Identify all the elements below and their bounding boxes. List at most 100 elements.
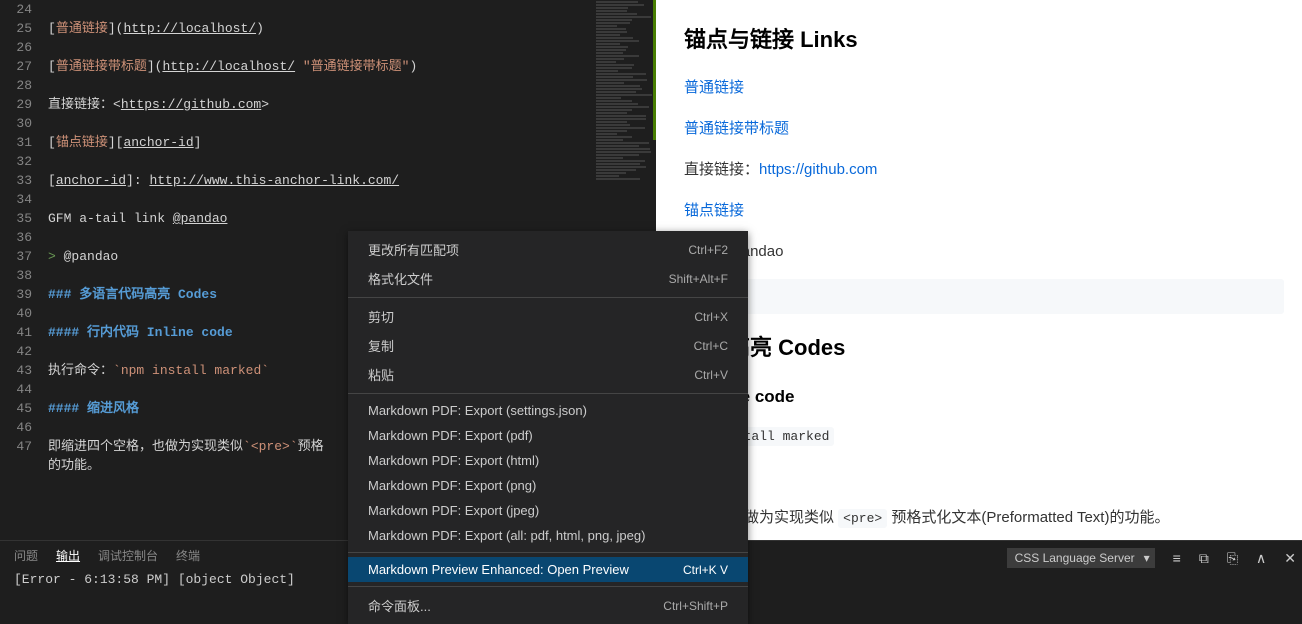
code-line[interactable]: [锚点链接][anchor-id]	[48, 133, 656, 152]
code-line[interactable]	[48, 76, 656, 95]
menu-item[interactable]: 粘贴 Ctrl+V	[348, 360, 748, 389]
line-number: 35	[0, 209, 32, 228]
preview-heading-codes: 代码高亮 Codes	[684, 328, 1274, 368]
line-number: 31	[0, 133, 32, 152]
menu-item[interactable]: 复制 Ctrl+C	[348, 331, 748, 360]
preview-npm-line: npm install marked	[684, 422, 1274, 449]
line-number: 26	[0, 38, 32, 57]
preview-link-plain[interactable]: 普通链接	[684, 79, 744, 96]
menu-item[interactable]: Markdown PDF: Export (all: pdf, html, pn…	[348, 523, 748, 548]
menu-item-label: 更改所有匹配项	[368, 240, 459, 259]
panel-toolbar: CSS Language Server ≡ ⧉ ⎘ ∧ ✕	[1007, 548, 1296, 568]
menu-item-label: Markdown PDF: Export (pdf)	[368, 428, 533, 443]
menu-item-shortcut: Ctrl+K V	[683, 563, 728, 577]
menu-item-label: 命令面板...	[368, 596, 431, 615]
menu-item-shortcut: Ctrl+X	[694, 310, 728, 324]
tab-debug-console[interactable]: 调试控制台	[98, 547, 158, 564]
menu-item-label: Markdown PDF: Export (jpeg)	[368, 503, 539, 518]
markdown-preview-pane: 锚点与链接 Links 普通链接 普通链接带标题 直接链接：https://gi…	[656, 0, 1302, 540]
menu-item[interactable]: 剪切 Ctrl+X	[348, 302, 748, 331]
line-number: 34	[0, 190, 32, 209]
line-number: 39	[0, 285, 32, 304]
preview-heading-links: 锚点与链接 Links	[684, 20, 1274, 60]
preview-tail-link: l link @pandao	[684, 238, 1274, 265]
editor-context-menu[interactable]: 更改所有匹配项 Ctrl+F2 格式化文件 Shift+Alt+F 剪切 Ctrl+X 复制…	[348, 231, 748, 624]
clear-icon[interactable]: ⎘	[1227, 550, 1238, 567]
menu-item-label: Markdown PDF: Export (png)	[368, 478, 536, 493]
line-number: 36	[0, 228, 32, 247]
line-number-gutter: 2425262728293031323334353637383940414243…	[0, 0, 48, 540]
code-line[interactable]	[48, 0, 656, 19]
menu-item[interactable]: 格式化文件 Shift+Alt+F	[348, 264, 748, 293]
preview-direct-link-line: 直接链接：https://github.com	[684, 156, 1274, 183]
menu-item-label: Markdown PDF: Export (all: pdf, html, pn…	[368, 528, 645, 543]
line-number: 27	[0, 57, 32, 76]
minimap-diff-indicator	[653, 0, 656, 140]
code-line[interactable]	[48, 38, 656, 57]
line-number: 24	[0, 0, 32, 19]
tab-terminal[interactable]: 终端	[176, 547, 200, 564]
menu-item[interactable]: Markdown PDF: Export (jpeg)	[348, 498, 748, 523]
menu-item[interactable]: 命令面板... Ctrl+Shift+P	[348, 591, 748, 620]
close-icon[interactable]: ✕	[1284, 550, 1296, 567]
line-number: 25	[0, 19, 32, 38]
line-number: 30	[0, 114, 32, 133]
preview-link-titled[interactable]: 普通链接带标题	[684, 120, 789, 137]
line-number: 45	[0, 399, 32, 418]
split-icon[interactable]: ⧉	[1199, 550, 1209, 567]
preview-direct-link[interactable]: https://github.com	[759, 161, 877, 178]
code-line[interactable]	[48, 114, 656, 133]
menu-item[interactable]: Markdown PDF: Export (settings.json)	[348, 398, 748, 423]
menu-item[interactable]: Markdown PDF: Export (html)	[348, 448, 748, 473]
menu-item-shortcut: Ctrl+F2	[688, 243, 728, 257]
menu-item-shortcut: Ctrl+Shift+P	[663, 599, 728, 613]
line-number: 33	[0, 171, 32, 190]
menu-item-label: 粘贴	[368, 365, 394, 384]
menu-separator	[348, 393, 748, 394]
line-number: 42	[0, 342, 32, 361]
code-line[interactable]	[48, 190, 656, 209]
menu-item[interactable]: Markdown PDF: Export (pdf)	[348, 423, 748, 448]
line-number: 41	[0, 323, 32, 342]
code-line[interactable]	[48, 152, 656, 171]
code-line[interactable]: 直接链接：<https://github.com>	[48, 95, 656, 114]
code-line[interactable]: [普通链接](http://localhost/)	[48, 19, 656, 38]
line-number: 37	[0, 247, 32, 266]
tab-output[interactable]: 输出	[56, 547, 80, 564]
menu-item-label: 复制	[368, 336, 394, 355]
menu-separator	[348, 552, 748, 553]
menu-separator	[348, 586, 748, 587]
line-number: 43	[0, 361, 32, 380]
tab-problems[interactable]: 问题	[14, 547, 38, 564]
menu-separator	[348, 297, 748, 298]
output-channel-select[interactable]: CSS Language Server	[1007, 548, 1155, 568]
code-line[interactable]: [anchor-id]: http://www.this-anchor-link…	[48, 171, 656, 190]
menu-item[interactable]: Markdown PDF: Export (png)	[348, 473, 748, 498]
preview-anchor-link[interactable]: 锚点链接	[684, 202, 744, 219]
code-line[interactable]: [普通链接带标题](http://localhost/ "普通链接带标题")	[48, 57, 656, 76]
chevron-up-icon[interactable]: ∧	[1256, 550, 1266, 567]
line-number: 46	[0, 418, 32, 437]
menu-item-shortcut: Ctrl+C	[694, 339, 728, 353]
line-number: 32	[0, 152, 32, 171]
menu-item-shortcut: Shift+Alt+F	[669, 272, 728, 286]
menu-item-label: 剪切	[368, 307, 394, 326]
menu-item-label: Markdown PDF: Export (settings.json)	[368, 403, 587, 418]
menu-item-shortcut: Ctrl+V	[694, 368, 728, 382]
preview-heading-inline: 马 Inline code	[684, 382, 1274, 413]
preview-pre-code: <pre>	[838, 509, 887, 528]
code-line[interactable]: GFM a-tail link @pandao	[48, 209, 656, 228]
line-number: 44	[0, 380, 32, 399]
line-number: 47	[0, 437, 32, 456]
menu-item-label: 格式化文件	[368, 269, 433, 288]
line-number: 38	[0, 266, 32, 285]
line-number: 28	[0, 76, 32, 95]
menu-item[interactable]: Markdown Preview Enhanced: Open Preview C…	[348, 557, 748, 582]
preview-heading-indent: 各	[684, 463, 1274, 494]
list-icon[interactable]: ≡	[1173, 550, 1181, 566]
menu-item-label: Markdown Preview Enhanced: Open Preview	[368, 562, 629, 577]
line-number: 29	[0, 95, 32, 114]
preview-code-block: ao	[684, 279, 1284, 314]
menu-item[interactable]: 更改所有匹配项 Ctrl+F2	[348, 235, 748, 264]
preview-indent-paragraph: 空格，也做为实现类似 <pre> 预格式化文本(Preformatted Tex…	[684, 504, 1274, 531]
